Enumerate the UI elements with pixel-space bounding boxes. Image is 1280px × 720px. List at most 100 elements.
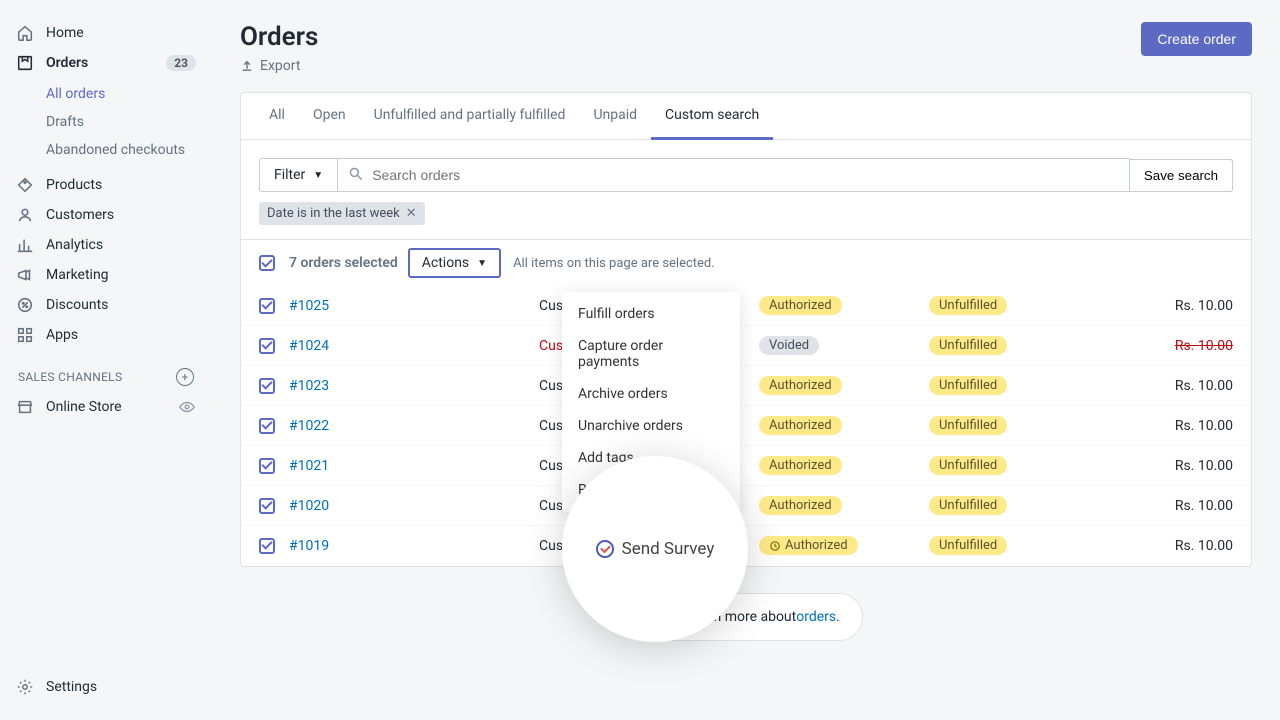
nav-settings[interactable]: Settings (8, 672, 204, 702)
tab-custom-search[interactable]: Custom search (651, 93, 773, 140)
total-cell: Rs. 10.00 (1109, 378, 1233, 394)
nav-discounts-label: Discounts (46, 297, 108, 313)
dd-fulfill[interactable]: Fulfill orders (562, 298, 740, 330)
nav-analytics[interactable]: Analytics (8, 230, 204, 260)
payment-status-pill: Authorized (759, 296, 842, 315)
selection-count: 7 orders selected (289, 255, 398, 271)
nav-products[interactable]: Products (8, 170, 204, 200)
search-input[interactable] (338, 158, 1130, 192)
row-checkbox[interactable] (259, 378, 275, 394)
filter-chip-label: Date is in the last week (267, 206, 400, 221)
main-content: Orders Export Create order All Open Unfu… (212, 0, 1280, 720)
fulfillment-status-pill: Unfulfilled (929, 496, 1007, 515)
home-icon (16, 24, 34, 42)
table-row: #1023CustomerAuthorizedUnfulfilledRs. 10… (241, 365, 1251, 405)
customers-icon (16, 206, 34, 224)
fulfillment-status-pill: Unfulfilled (929, 296, 1007, 315)
total-cell: Rs. 10.00 (1109, 538, 1233, 554)
total-cell: Rs. 10.00 (1109, 458, 1233, 474)
nav-all-orders[interactable]: All orders (38, 80, 204, 108)
fulfillment-status-pill: Unfulfilled (929, 416, 1007, 435)
channels-header: SALES CHANNELS + (8, 350, 204, 392)
nav-drafts[interactable]: Drafts (38, 108, 204, 136)
tab-unfulfilled[interactable]: Unfulfilled and partially fulfilled (360, 93, 580, 139)
analytics-icon (16, 236, 34, 254)
row-checkbox[interactable] (259, 418, 275, 434)
export-link[interactable]: Export (240, 58, 318, 74)
export-label: Export (260, 58, 300, 74)
caret-down-icon: ▼ (477, 258, 487, 269)
fulfillment-status-pill: Unfulfilled (929, 456, 1007, 475)
discount-icon (16, 296, 34, 314)
remove-chip-icon[interactable]: ✕ (406, 206, 417, 221)
nav-marketing[interactable]: Marketing (8, 260, 204, 290)
dd-unarchive[interactable]: Unarchive orders (562, 410, 740, 442)
order-id-link[interactable]: #1023 (289, 378, 539, 394)
order-id-link[interactable]: #1019 (289, 538, 539, 554)
tab-unpaid[interactable]: Unpaid (579, 93, 651, 139)
table-row: #1025CustomerAuthorizedUnfulfilledRs. 10… (241, 286, 1251, 325)
row-checkbox[interactable] (259, 338, 275, 354)
order-id-link[interactable]: #1020 (289, 498, 539, 514)
order-id-link[interactable]: #1024 (289, 338, 539, 354)
orders-icon (16, 54, 34, 72)
order-id-link[interactable]: #1022 (289, 418, 539, 434)
export-icon (240, 59, 254, 73)
nav-abandoned[interactable]: Abandoned checkouts (38, 136, 204, 164)
table-row: #1021CustomerAuthorizedUnfulfilledRs. 10… (241, 445, 1251, 485)
gear-icon (16, 678, 34, 696)
payment-status-pill: Authorized (759, 376, 842, 395)
dd-capture[interactable]: Capture order payments (562, 330, 740, 378)
row-checkbox[interactable] (259, 298, 275, 314)
nav-discounts[interactable]: Discounts (8, 290, 204, 320)
fulfillment-status-pill: Unfulfilled (929, 336, 1007, 355)
nav-home[interactable]: Home (8, 18, 204, 48)
nav-home-label: Home (46, 25, 84, 41)
payment-status-pill: Voided (759, 336, 819, 355)
tabs: All Open Unfulfilled and partially fulfi… (241, 93, 1251, 140)
send-survey-label: Send Survey (622, 539, 715, 559)
table-row: #1020CustomerAuthorizedUnfulfilledRs. 10… (241, 485, 1251, 525)
total-cell: Rs. 10.00 (1109, 498, 1233, 514)
sidebar: Home Orders 23 All orders Drafts Abandon… (0, 0, 212, 720)
add-channel-icon[interactable]: + (176, 368, 194, 386)
order-id-link[interactable]: #1021 (289, 458, 539, 474)
tab-all[interactable]: All (255, 93, 299, 139)
nav-customers[interactable]: Customers (8, 200, 204, 230)
table-row: #1022CustomerAuthorizedUnfulfilledRs. 10… (241, 405, 1251, 445)
nav-analytics-label: Analytics (46, 237, 103, 253)
order-id-link[interactable]: #1025 (289, 298, 539, 314)
nav-apps-label: Apps (46, 327, 78, 343)
nav-apps[interactable]: Apps (8, 320, 204, 350)
nav-orders[interactable]: Orders 23 (8, 48, 204, 78)
row-checkbox[interactable] (259, 498, 275, 514)
settings-label: Settings (46, 679, 97, 695)
table-row: #1024CustomerVoidedUnfulfilledRs. 10.00 (241, 325, 1251, 365)
nav-online-store[interactable]: Online Store (8, 392, 204, 422)
orders-card: All Open Unfulfilled and partially fulfi… (240, 92, 1252, 567)
tab-open[interactable]: Open (299, 93, 360, 139)
dd-archive[interactable]: Archive orders (562, 378, 740, 410)
row-checkbox[interactable] (259, 458, 275, 474)
total-cell: Rs. 10.00 (1109, 418, 1233, 434)
tag-icon (16, 176, 34, 194)
payment-status-pill: Authorized (759, 416, 842, 435)
total-cell: Rs. 10.00 (1109, 298, 1233, 314)
select-all-checkbox[interactable] (259, 255, 275, 271)
create-order-button[interactable]: Create order (1141, 22, 1252, 56)
fulfillment-status-pill: Unfulfilled (929, 376, 1007, 395)
orders-badge: 23 (166, 55, 196, 71)
eye-icon[interactable] (178, 398, 196, 416)
row-checkbox[interactable] (259, 538, 275, 554)
filter-button[interactable]: Filter ▼ (259, 158, 338, 192)
actions-label: Actions (422, 255, 469, 271)
actions-button[interactable]: Actions ▼ (408, 248, 501, 278)
nav-orders-label: Orders (46, 55, 88, 71)
total-cell: Rs. 10.00 (1109, 338, 1233, 354)
save-search-button[interactable]: Save search (1130, 159, 1233, 192)
send-survey-spotlight[interactable]: Send Survey (562, 456, 748, 642)
page-title: Orders (240, 22, 318, 52)
clock-icon (769, 540, 781, 552)
learn-link[interactable]: orders (796, 609, 836, 625)
payment-status-pill: Authorized (759, 496, 842, 515)
